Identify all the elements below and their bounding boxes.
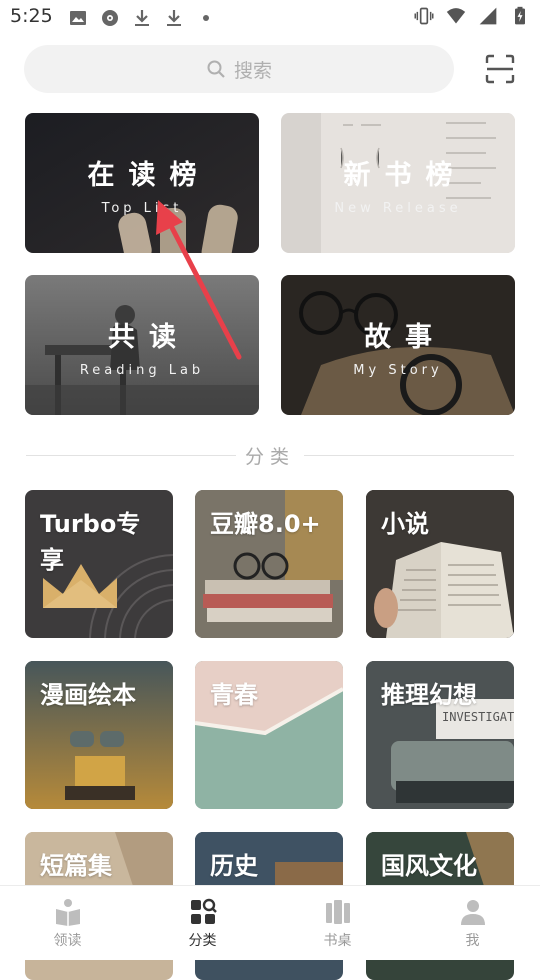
rank-card-subtitle: New Release xyxy=(334,201,462,216)
category-label: 小说 xyxy=(381,510,429,538)
search-row: 搜索 xyxy=(24,45,516,93)
rank-card-title: 在读榜 xyxy=(87,160,211,191)
rank-card-title: 共读 xyxy=(108,322,190,353)
category-card[interactable]: INVESTIGATIO 推理幻想 xyxy=(366,661,514,809)
tab-label: 我 xyxy=(465,933,480,949)
image-icon xyxy=(70,11,86,25)
search-input[interactable]: 搜索 xyxy=(24,45,454,93)
category-card[interactable]: 豆瓣8.0+ xyxy=(195,490,343,638)
rank-card-subtitle: Top List xyxy=(101,201,183,216)
search-icon xyxy=(207,60,225,78)
category-label: 国风文化 xyxy=(381,852,477,880)
tab-lingdu[interactable]: 领读 xyxy=(0,886,135,960)
tab-label: 书桌 xyxy=(323,933,352,949)
tab-shuzhuo[interactable]: 书桌 xyxy=(270,886,405,960)
category-label: 青春 xyxy=(210,681,258,709)
download-icon xyxy=(135,10,149,26)
category-card[interactable]: Turbo专享 xyxy=(25,490,173,638)
person-icon xyxy=(460,900,485,925)
category-label: 短篇集 xyxy=(40,852,112,880)
category-card[interactable]: 小说 xyxy=(366,490,514,638)
category-grid-icon xyxy=(190,898,217,924)
bookshelf-icon xyxy=(325,900,350,924)
vibrate-icon xyxy=(414,7,434,25)
disc-icon xyxy=(102,10,118,26)
tab-fenlei[interactable]: 分类 xyxy=(135,886,270,960)
status-time: 5:25 xyxy=(10,5,53,27)
battery-icon xyxy=(515,6,525,25)
category-label: 豆瓣8.0+ xyxy=(210,510,321,538)
rank-card-reading-lab[interactable]: 共读 Reading Lab xyxy=(25,275,259,415)
category-card[interactable]: 青春 xyxy=(195,661,343,809)
rank-card-subtitle: My Story xyxy=(353,363,443,378)
search-placeholder: 搜索 xyxy=(233,59,272,82)
rank-card-title: 新书榜 xyxy=(343,160,467,191)
category-label: Turbo专享 xyxy=(40,510,141,574)
category-label: 推理幻想 xyxy=(381,681,477,709)
wifi-icon xyxy=(446,8,466,24)
scan-icon[interactable] xyxy=(484,53,516,85)
tab-wo[interactable]: 我 xyxy=(405,886,540,960)
category-card[interactable]: 漫画绘本 xyxy=(25,661,173,809)
signal-icon xyxy=(479,7,497,25)
category-label: 漫画绘本 xyxy=(40,681,136,709)
rank-card-my-story[interactable]: 故事 My Story xyxy=(281,275,515,415)
tab-label: 分类 xyxy=(188,933,217,949)
book-open-icon xyxy=(55,899,80,926)
dot-icon xyxy=(203,15,209,21)
rank-card-title: 故事 xyxy=(364,322,446,353)
section-divider: 分类 xyxy=(26,440,514,470)
status-bar: 5:25 xyxy=(0,0,540,36)
bottom-tab-bar: 领读 分类 书桌 我 xyxy=(0,885,540,960)
download-icon xyxy=(167,10,181,26)
rank-card-top-list[interactable]: 在读榜 Top List xyxy=(25,113,259,253)
tab-label: 领读 xyxy=(53,933,82,949)
rank-card-subtitle: Reading Lab xyxy=(79,363,205,378)
rank-card-new-release[interactable]: 新书榜 New Release xyxy=(281,113,515,253)
category-label: 历史 xyxy=(210,852,258,880)
